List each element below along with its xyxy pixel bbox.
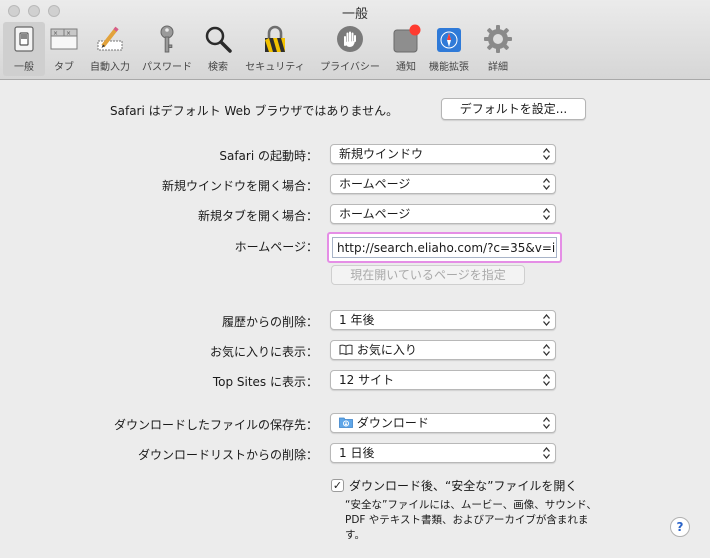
download-list-value: 1 日後	[339, 446, 375, 460]
new-tabs-popup[interactable]: ホームページ	[330, 204, 556, 224]
startup-label: Safari の起動時：	[219, 149, 318, 163]
popup-arrows-icon	[543, 344, 550, 356]
new-tabs-value: ホームページ	[339, 207, 411, 221]
popup-arrows-icon	[543, 178, 550, 190]
tab-search-label: 検索	[208, 62, 228, 73]
magnifier-icon	[205, 26, 232, 53]
top-sites-value: 12 サイト	[339, 373, 395, 387]
history-popup[interactable]: 1 年後	[330, 310, 556, 330]
autofill-pencil-icon	[97, 26, 123, 51]
help-button[interactable]: ?	[670, 517, 690, 537]
top-sites-label: Top Sites に表示：	[212, 375, 318, 389]
book-icon	[339, 344, 353, 356]
download-location-popup[interactable]: ダウンロード	[330, 413, 556, 433]
new-tabs-label: 新規タブを開く場合：	[197, 209, 318, 223]
tab-security-label: セキュリティ	[245, 62, 305, 73]
tab-passwords-label: パスワード	[142, 62, 192, 73]
set-current-page-button[interactable]: 現在開いているページを指定	[331, 265, 525, 285]
tab-notifications[interactable]: 通知	[389, 22, 423, 76]
gear-icon	[484, 25, 512, 53]
general-switch-icon	[14, 26, 34, 52]
tab-security[interactable]: セキュリティ	[240, 22, 310, 76]
padlock-icon	[265, 25, 285, 52]
download-list-popup[interactable]: 1 日後	[330, 443, 556, 463]
startup-value: 新規ウインドウ	[339, 147, 424, 161]
tab-notifications-label: 通知	[396, 62, 416, 73]
tab-tabs[interactable]: × × タブ	[46, 22, 82, 76]
tab-privacy[interactable]: プライバシー	[314, 22, 386, 76]
favorites-popup[interactable]: お気に入り	[330, 340, 556, 360]
open-safe-files-checkbox[interactable]: ✓	[331, 479, 344, 492]
hand-icon	[337, 26, 363, 52]
tab-general[interactable]: 一般	[3, 22, 45, 76]
top-sites-popup[interactable]: 12 サイト	[330, 370, 556, 390]
new-windows-label: 新規ウインドウを開く場合：	[161, 179, 318, 193]
general-preferences-pane: Safari はデフォルト Web ブラウザではありません。 デフォルトを設定.…	[0, 81, 710, 558]
tab-general-label: 一般	[14, 62, 34, 73]
new-windows-popup[interactable]: ホームページ	[330, 174, 556, 194]
tab-extensions-label: 機能拡張	[429, 62, 469, 73]
tab-passwords[interactable]: パスワード	[138, 22, 196, 76]
tab-advanced[interactable]: 詳細	[477, 22, 519, 76]
download-list-label: ダウンロードリストからの削除：	[137, 448, 318, 462]
tab-extensions[interactable]: 機能拡張	[425, 22, 473, 76]
svg-text:×: ×	[53, 30, 58, 37]
popup-arrows-icon	[543, 374, 550, 386]
notification-icon	[393, 24, 421, 53]
popup-arrows-icon	[543, 314, 550, 326]
homepage-url[interactable]: http://search.eliaho.com/?c=35&v=ir	[332, 237, 557, 258]
homepage-field[interactable]: http://search.eliaho.com/?c=35&v=ir	[327, 232, 562, 263]
homepage-label: ホームページ：	[234, 240, 318, 254]
extensions-icon	[437, 28, 461, 52]
safe-files-description-3: す。	[345, 529, 365, 541]
favorites-value: お気に入り	[356, 343, 417, 357]
tabs-icon: × ×	[50, 28, 78, 50]
tab-search[interactable]: 検索	[200, 22, 236, 76]
open-safe-files-label[interactable]: ダウンロード後、“安全な”ファイルを開く	[349, 477, 577, 494]
set-default-button[interactable]: デフォルトを設定...	[441, 98, 586, 120]
safe-files-description-1: “安全な”ファイルには、ムービー、画像、サウンド、	[345, 499, 597, 511]
download-location-value: ダウンロード	[356, 416, 429, 430]
new-windows-value: ホームページ	[339, 177, 411, 191]
favorites-label: お気に入りに表示：	[209, 345, 318, 359]
tab-autofill[interactable]: 自動入力	[85, 22, 135, 76]
default-browser-message: Safari はデフォルト Web ブラウザではありません。	[110, 104, 399, 118]
window-title: 一般	[341, 7, 368, 22]
tab-privacy-label: プライバシー	[320, 62, 380, 73]
safe-files-description-2: PDF やテキスト書類、およびアーカイブが含まれま	[345, 514, 589, 526]
tab-tabs-label: タブ	[54, 62, 74, 73]
popup-arrows-icon	[543, 148, 550, 160]
tab-autofill-label: 自動入力	[90, 62, 130, 73]
tab-advanced-label: 詳細	[488, 62, 508, 73]
popup-arrows-icon	[543, 208, 550, 220]
download-location-label: ダウンロードしたファイルの保存先：	[113, 418, 318, 432]
svg-text:×: ×	[66, 30, 71, 37]
startup-popup[interactable]: 新規ウインドウ	[330, 144, 556, 164]
popup-arrows-icon	[543, 447, 550, 459]
window-toolbar: 一般 一般 × × タブ 自動入力 パスワード 検索 セキュリティ プライバシー…	[0, 0, 710, 80]
key-icon	[160, 25, 174, 53]
popup-arrows-icon	[543, 417, 550, 429]
history-label: 履歴からの削除：	[221, 315, 318, 329]
history-value: 1 年後	[339, 313, 375, 327]
download-folder-icon	[339, 417, 353, 428]
